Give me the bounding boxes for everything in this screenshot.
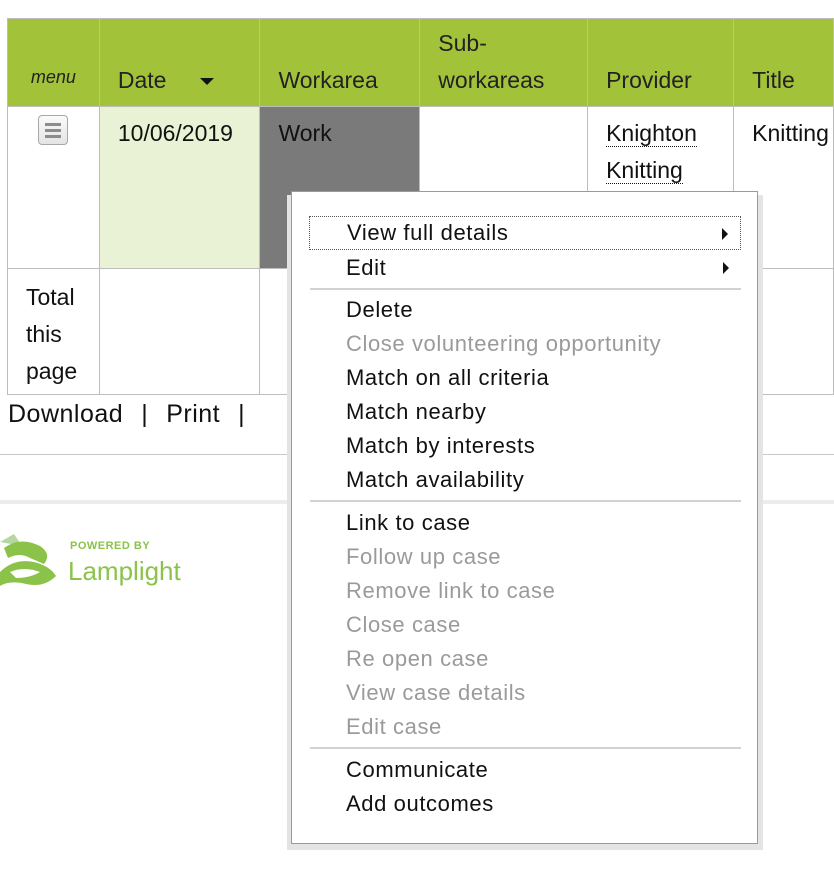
total-cell (98, 268, 261, 395)
footer-links: Download | Print | (8, 400, 263, 429)
separator: | (141, 400, 149, 428)
menu-item-link-to-case[interactable]: Link to case (309, 506, 741, 540)
menu-divider (310, 747, 741, 749)
row-title-text: Knitting (752, 120, 829, 146)
header-row: menu Date Workarea Sub-workareas Provide… (7, 18, 834, 107)
menu-item-view-full-details[interactable]: View full details (309, 216, 741, 250)
menu-item-reopen-case: Re open case (346, 646, 489, 671)
submenu-arrow-icon (722, 228, 728, 240)
menu-item-match-all[interactable]: Match on all criteria (309, 361, 741, 395)
menu-item-match-availability[interactable]: Match availability (309, 463, 741, 497)
total-line1: Total (26, 284, 75, 310)
header-menu: menu (7, 18, 100, 107)
menu-item-delete[interactable]: Delete (309, 293, 741, 327)
header-title[interactable]: Title (733, 18, 834, 107)
total-line3: page (26, 358, 78, 384)
header-subworkareas-line2: workareas (438, 67, 545, 93)
menu-item-communicate[interactable]: Communicate (309, 753, 741, 787)
hamburger-menu-icon[interactable] (38, 115, 69, 145)
header-provider[interactable]: Provider (587, 18, 735, 107)
menu-divider (310, 500, 741, 502)
menu-item-edit[interactable]: Edit (309, 251, 741, 285)
lamplight-logo: POWERED BY Lamplight (0, 528, 200, 592)
provider-link-line2[interactable]: Knitting (606, 157, 683, 184)
menu-item-remove-link: Remove link to case (346, 578, 556, 603)
menu-item-close-case: Close case (346, 612, 461, 637)
header-date[interactable]: Date (98, 18, 261, 107)
menu-item-edit-case: Edit case (346, 714, 442, 739)
header-subworkareas-line1: Sub- (438, 30, 487, 56)
row-menu-cell (7, 106, 100, 269)
lamp-logo-icon (0, 534, 56, 586)
menu-item-add-outcomes[interactable]: Add outcomes (309, 787, 741, 821)
powered-by-text: POWERED BY (70, 540, 151, 552)
submenu-arrow-icon (723, 262, 729, 274)
download-link[interactable]: Download (8, 400, 123, 428)
sort-down-icon[interactable] (200, 78, 215, 86)
total-line2: this (26, 321, 62, 347)
menu-item-label: View full details (347, 220, 509, 245)
separator: | (238, 400, 246, 428)
total-label: Total this page (7, 268, 100, 395)
header-workarea[interactable]: Workarea (259, 18, 421, 107)
row-date: 10/06/2019 (98, 106, 261, 269)
menu-item-match-nearby[interactable]: Match nearby (309, 395, 741, 429)
header-subworkareas[interactable]: Sub-workareas (419, 18, 589, 107)
provider-link-line1[interactable]: Knighton (606, 120, 697, 147)
print-link[interactable]: Print (166, 400, 220, 428)
lamplight-text: Lamplight (68, 556, 181, 586)
menu-item-match-interests[interactable]: Match by interests (309, 429, 741, 463)
menu-divider (310, 288, 741, 290)
header-date-label: Date (117, 67, 167, 93)
context-menu: View full details Edit Delete Close volu… (291, 191, 758, 844)
menu-item-label: Edit (346, 255, 387, 280)
menu-item-close-volunteering: Close volunteering opportunity (346, 331, 662, 356)
menu-item-view-case-details: View case details (346, 680, 526, 705)
menu-item-follow-up-case: Follow up case (346, 544, 502, 569)
